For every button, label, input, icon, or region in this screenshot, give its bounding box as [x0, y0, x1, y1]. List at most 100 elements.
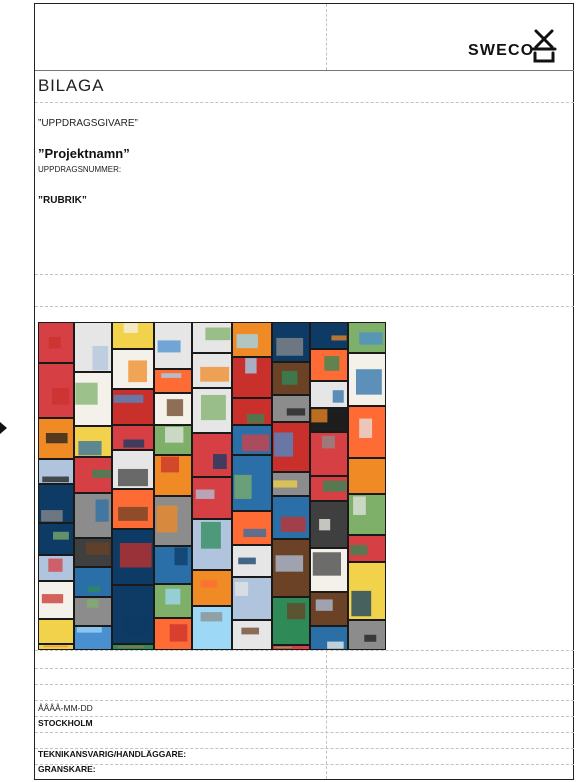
collage-photo-detail [48, 558, 63, 572]
footer-rule-6 [35, 732, 574, 733]
document-heading: ”RUBRIK” [38, 195, 87, 206]
collage-photo-detail [76, 627, 102, 633]
collage-photo-tile [233, 512, 271, 544]
collage-photo-detail [75, 382, 98, 405]
reviewer-label: GRANSKARE: [38, 764, 96, 774]
collage-photo-detail [200, 580, 217, 588]
collage-photo-detail [124, 614, 150, 636]
city-field: STOCKHOLM [38, 718, 93, 728]
collage-photo-detail [118, 506, 148, 521]
collage-photo-tile [233, 621, 271, 649]
collage-photo-detail [274, 432, 294, 457]
collage-photo-detail [41, 594, 64, 604]
collage-photo-detail [246, 414, 265, 424]
collage-photo-detail [45, 433, 68, 444]
collage-photo-detail [123, 323, 138, 333]
collage-photo-detail [92, 469, 111, 478]
collage-photo-detail [200, 366, 230, 382]
collage-photo-detail [50, 624, 73, 635]
collage-photo-detail [117, 468, 148, 487]
collage-photo-detail [331, 335, 347, 341]
footer-rule-3 [35, 684, 574, 685]
collage-photo-detail [42, 476, 69, 483]
collage-photo-detail [245, 358, 257, 374]
collage-photo-detail [195, 489, 215, 499]
collage-photo-detail [43, 645, 68, 648]
footer-rule-5 [35, 716, 574, 717]
collage-photo-detail [280, 516, 306, 532]
collage-photo-detail [275, 555, 304, 572]
collage-photo-detail [128, 360, 147, 383]
collage-photo-detail [352, 463, 368, 473]
collage-photo-detail [243, 528, 267, 538]
collage-photo-detail [41, 510, 63, 522]
client-name: ”UPPDRAGSGIVARE” [38, 118, 138, 129]
collage-photo-detail [200, 612, 223, 622]
collage-photo-detail [322, 480, 347, 492]
collage-photo-detail [287, 603, 306, 620]
collage-photo-detail [157, 340, 181, 353]
collage-photo-detail [355, 369, 382, 395]
collage-photo-detail [48, 336, 61, 349]
collage-photo-detail [123, 439, 145, 448]
pointer-arrow-icon [0, 422, 7, 434]
collage-photo-detail [242, 434, 270, 452]
collage-photo-detail [166, 399, 184, 417]
collage-photo-detail [353, 496, 366, 515]
collage-photo-detail [286, 408, 306, 416]
collage-photo-detail [205, 327, 231, 341]
collage-photo-detail [276, 337, 304, 356]
footer-rule-2 [35, 668, 574, 669]
header-rule [35, 70, 574, 71]
title-rule [35, 102, 574, 103]
project-name: ”Projektnamn” [38, 146, 130, 161]
footer-divider [326, 650, 327, 779]
collage-photo-detail [364, 634, 377, 642]
collage-photo-detail [241, 627, 260, 635]
collage-photo-detail [86, 599, 99, 608]
collage-photo-detail [53, 531, 69, 540]
collage-photo-detail [52, 387, 70, 405]
document-page: SWECO BILAGA ”UPPDRAGSGIVARE” ”Projektna… [0, 0, 577, 782]
collage-photo-detail [119, 542, 152, 568]
collage-photo-detail [238, 557, 256, 565]
section-rule-1 [35, 274, 574, 275]
collage-photo-detail [169, 624, 188, 642]
collage-photo-detail [200, 521, 221, 549]
collage-photo-detail [87, 586, 101, 593]
collage-photo-detail [165, 588, 181, 605]
photo-collage-image [38, 322, 386, 650]
logo-text: SWECO [468, 42, 535, 59]
document-title: BILAGA [38, 76, 105, 95]
collage-photo-detail [359, 332, 383, 345]
sweco-logo: SWECO [468, 27, 577, 67]
collage-photo-detail [85, 542, 110, 555]
collage-photo-tile [193, 571, 231, 605]
date-field: ÅÅÅÅ-MM-DD [38, 703, 93, 713]
collage-photo-detail [165, 427, 184, 443]
collage-photo-detail [213, 454, 227, 470]
collage-photo-detail [315, 599, 333, 611]
collage-photo-detail [281, 370, 298, 385]
collage-photo-detail [321, 435, 335, 449]
collage-photo-detail [273, 480, 298, 488]
collage-photo-detail [235, 581, 249, 596]
section-rule-2 [35, 306, 574, 307]
collage-photo-detail [113, 394, 144, 403]
collage-photo-detail [160, 456, 179, 473]
collage-photo-detail [174, 547, 188, 566]
collage-photo-detail [156, 505, 178, 533]
collage-photo-detail [274, 646, 292, 649]
collage-photo-detail [324, 356, 340, 371]
collage-photo-detail [312, 552, 342, 576]
collage-photo-detail [319, 519, 331, 531]
assignment-number-label: UPPDRAGSNUMMER: [38, 165, 122, 174]
technical-manager-label: TEKNIKANSVARIG/HANDLÄGGARE: [38, 749, 187, 759]
collage-photo-detail [327, 641, 344, 649]
collage-photo-detail [236, 334, 258, 349]
collage-photo-detail [332, 390, 344, 403]
collage-photo-detail [359, 418, 373, 438]
collage-photo-detail [92, 345, 109, 371]
sweco-mark-icon [531, 29, 557, 63]
collage-photo-detail [350, 544, 368, 556]
